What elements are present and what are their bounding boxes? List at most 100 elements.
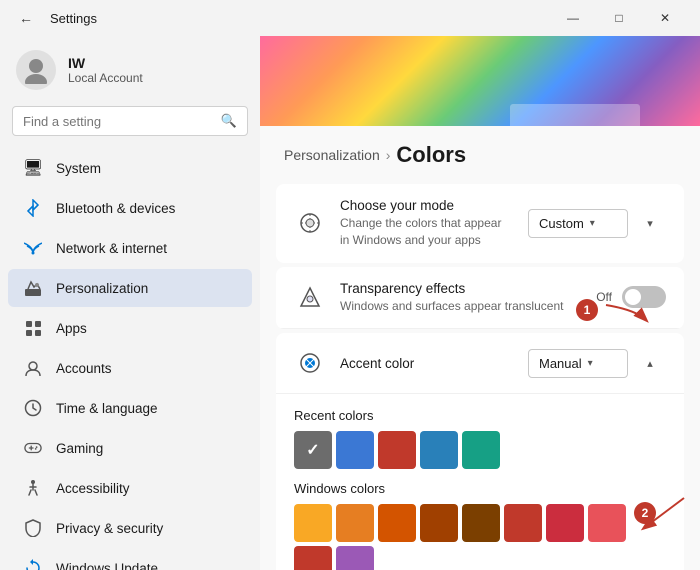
user-name: IW bbox=[68, 55, 143, 71]
search-box[interactable]: 🔍 bbox=[12, 106, 248, 136]
sidebar-item-label: Privacy & security bbox=[56, 521, 163, 536]
minimize-button[interactable]: — bbox=[550, 0, 596, 36]
sidebar: IW Local Account 🔍 🖥 System bbox=[0, 36, 260, 570]
network-icon bbox=[24, 239, 42, 257]
sidebar-item-update[interactable]: Windows Update bbox=[8, 549, 252, 570]
recent-colors-grid bbox=[294, 431, 666, 469]
win-color-7[interactable] bbox=[546, 504, 584, 542]
transparency-control: Off bbox=[596, 286, 666, 308]
transparency-text: Transparency effects Windows and surface… bbox=[340, 281, 582, 315]
win-color-2[interactable] bbox=[336, 504, 374, 542]
titlebar: ← Settings — □ ✕ bbox=[0, 0, 700, 36]
bluetooth-icon bbox=[24, 199, 42, 217]
sidebar-item-privacy[interactable]: Privacy & security bbox=[8, 509, 252, 547]
breadcrumb-parent: Personalization bbox=[284, 147, 380, 163]
win-color-1[interactable] bbox=[294, 504, 332, 542]
page-header: Personalization › Colors bbox=[260, 126, 700, 180]
sidebar-item-label: Bluetooth & devices bbox=[56, 201, 175, 216]
sidebar-item-label: Network & internet bbox=[56, 241, 167, 256]
transparency-icon bbox=[294, 281, 326, 313]
content-area: IW Local Account 🔍 🖥 System bbox=[0, 36, 700, 570]
sidebar-item-time[interactable]: Time & language bbox=[8, 389, 252, 427]
sidebar-item-personalization[interactable]: Personalization bbox=[8, 269, 252, 307]
chevron-down-icon: ▾ bbox=[588, 358, 593, 369]
color-swatch-recent-3[interactable] bbox=[420, 431, 458, 469]
accent-header-row[interactable]: Accent color Manual ▾ ▴ bbox=[276, 333, 684, 394]
color-swatch-recent-2[interactable] bbox=[378, 431, 416, 469]
win-color-8[interactable] bbox=[588, 504, 626, 542]
main-content: Personalization › Colors bbox=[260, 36, 700, 570]
titlebar-controls: — □ ✕ bbox=[550, 0, 688, 36]
mode-text: Choose your mode Change the colors that … bbox=[340, 198, 514, 249]
mode-title: Choose your mode bbox=[340, 198, 514, 213]
sidebar-item-accounts[interactable]: Accounts bbox=[8, 349, 252, 387]
titlebar-left: ← Settings bbox=[12, 4, 97, 32]
win-color-5[interactable] bbox=[462, 504, 500, 542]
color-swatch-recent-4[interactable] bbox=[462, 431, 500, 469]
close-button[interactable]: ✕ bbox=[642, 0, 688, 36]
recent-colors-label: Recent colors bbox=[294, 408, 666, 423]
transparency-title: Transparency effects bbox=[340, 281, 582, 296]
transparency-toggle[interactable] bbox=[622, 286, 666, 308]
windows-colors-grid bbox=[294, 504, 666, 570]
accent-title: Accent color bbox=[340, 356, 514, 371]
sidebar-item-label: Accessibility bbox=[56, 481, 130, 496]
accent-section: Accent color Manual ▾ ▴ Recent colors bbox=[276, 333, 684, 570]
sidebar-item-accessibility[interactable]: Accessibility bbox=[8, 469, 252, 507]
accent-control: Manual ▾ ▴ bbox=[528, 347, 666, 379]
win-color-10[interactable] bbox=[336, 546, 374, 570]
chevron-down-icon: ▾ bbox=[590, 218, 595, 229]
transparency-row[interactable]: Transparency effects Windows and surface… bbox=[276, 267, 684, 330]
sidebar-item-bluetooth[interactable]: Bluetooth & devices bbox=[8, 189, 252, 227]
sidebar-item-network[interactable]: Network & internet bbox=[8, 229, 252, 267]
sidebar-item-label: System bbox=[56, 161, 101, 176]
mode-desc: Change the colors that appear in Windows… bbox=[340, 215, 514, 249]
win-color-3[interactable] bbox=[378, 504, 416, 542]
accent-body: Recent colors 2 bbox=[276, 394, 684, 570]
windows-colors-label: Windows colors bbox=[294, 481, 666, 496]
sidebar-item-label: Time & language bbox=[56, 401, 158, 416]
page-title: Colors bbox=[396, 142, 466, 168]
sidebar-item-gaming[interactable]: Gaming bbox=[8, 429, 252, 467]
preview-banner bbox=[260, 36, 700, 126]
accent-icon bbox=[294, 347, 326, 379]
gaming-icon bbox=[24, 439, 42, 457]
color-swatch-recent-1[interactable] bbox=[336, 431, 374, 469]
mode-control: Custom ▾ ▾ bbox=[528, 207, 666, 239]
breadcrumb-separator: › bbox=[386, 147, 391, 163]
mode-expand-button[interactable]: ▾ bbox=[634, 207, 666, 239]
accent-text: Accent color bbox=[340, 356, 514, 371]
mode-section: Choose your mode Change the colors that … bbox=[276, 184, 684, 263]
accounts-icon bbox=[24, 359, 42, 377]
transparency-off-label: Off bbox=[596, 290, 612, 304]
mode-icon bbox=[294, 207, 326, 239]
preview-taskbar bbox=[510, 104, 640, 126]
search-icon: 🔍 bbox=[221, 113, 237, 129]
sidebar-item-label: Personalization bbox=[56, 281, 148, 296]
win-color-6[interactable] bbox=[504, 504, 542, 542]
choose-mode-row[interactable]: Choose your mode Change the colors that … bbox=[276, 184, 684, 263]
sidebar-item-system[interactable]: 🖥 System bbox=[8, 149, 252, 187]
accent-value: Manual bbox=[539, 356, 582, 371]
color-swatch-recent-0[interactable] bbox=[294, 431, 332, 469]
win-color-9[interactable] bbox=[294, 546, 332, 570]
maximize-button[interactable]: □ bbox=[596, 0, 642, 36]
sidebar-item-label: Gaming bbox=[56, 441, 103, 456]
mode-dropdown[interactable]: Custom ▾ bbox=[528, 209, 628, 238]
search-input[interactable] bbox=[23, 114, 213, 129]
update-icon bbox=[24, 559, 42, 570]
settings-window: ← Settings — □ ✕ IW Local Account bbox=[0, 0, 700, 570]
user-info: IW Local Account bbox=[68, 55, 143, 85]
sidebar-item-apps[interactable]: Apps bbox=[8, 309, 252, 347]
window-title: Settings bbox=[50, 11, 97, 26]
transparency-section: Transparency effects Windows and surface… bbox=[276, 267, 684, 330]
accent-dropdown[interactable]: Manual ▾ bbox=[528, 349, 628, 378]
time-icon bbox=[24, 399, 42, 417]
system-icon: 🖥 bbox=[24, 159, 42, 177]
accent-collapse-button[interactable]: ▴ bbox=[634, 347, 666, 379]
user-section[interactable]: IW Local Account bbox=[0, 40, 260, 106]
back-button[interactable]: ← bbox=[12, 4, 40, 32]
sidebar-item-label: Apps bbox=[56, 321, 87, 336]
breadcrumb: Personalization › Colors bbox=[284, 142, 676, 168]
win-color-4[interactable] bbox=[420, 504, 458, 542]
